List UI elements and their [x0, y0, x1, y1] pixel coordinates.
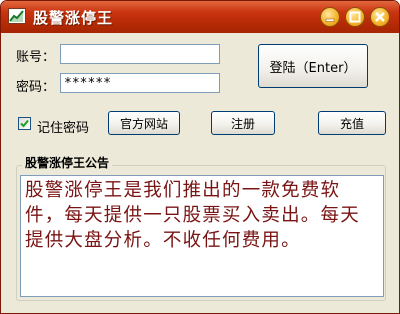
account-input[interactable]	[60, 44, 220, 64]
close-button[interactable]	[370, 7, 390, 27]
title-bar[interactable]: 股警涨停王	[1, 1, 399, 33]
maximize-icon	[349, 11, 361, 23]
official-site-button[interactable]: 官方网站	[108, 111, 180, 135]
maximize-button[interactable]	[345, 7, 365, 27]
remember-password-checkbox[interactable]	[18, 117, 31, 130]
remember-password-label[interactable]: 记住密码	[37, 117, 89, 136]
minimize-icon	[325, 18, 335, 22]
password-label: 密码：	[16, 80, 56, 95]
password-input[interactable]	[60, 73, 220, 93]
announcement-title: 股警涨停王公告	[22, 154, 113, 171]
app-window: 股警涨停王 账号： 密码： 登陆（Enter）	[0, 0, 400, 314]
checkmark-icon	[20, 119, 29, 128]
close-icon	[375, 12, 385, 22]
account-label: 账号：	[16, 50, 56, 65]
window-title: 股警涨停王	[33, 9, 114, 27]
minimize-button[interactable]	[320, 7, 340, 27]
recharge-button[interactable]: 充值	[318, 111, 386, 135]
chart-icon	[8, 8, 26, 24]
login-button[interactable]: 登陆（Enter）	[258, 44, 368, 88]
client-area: 账号： 密码： 登陆（Enter） 记住密码 官方网站 注册 充值 股警涨停王公…	[4, 33, 396, 310]
announcement-textarea[interactable]: 股警涨停王是我们推出的一款免费软件，每天提供一只股票买入卖出。每天提供大盘分析。…	[20, 175, 384, 297]
register-button[interactable]: 注册	[211, 111, 275, 135]
